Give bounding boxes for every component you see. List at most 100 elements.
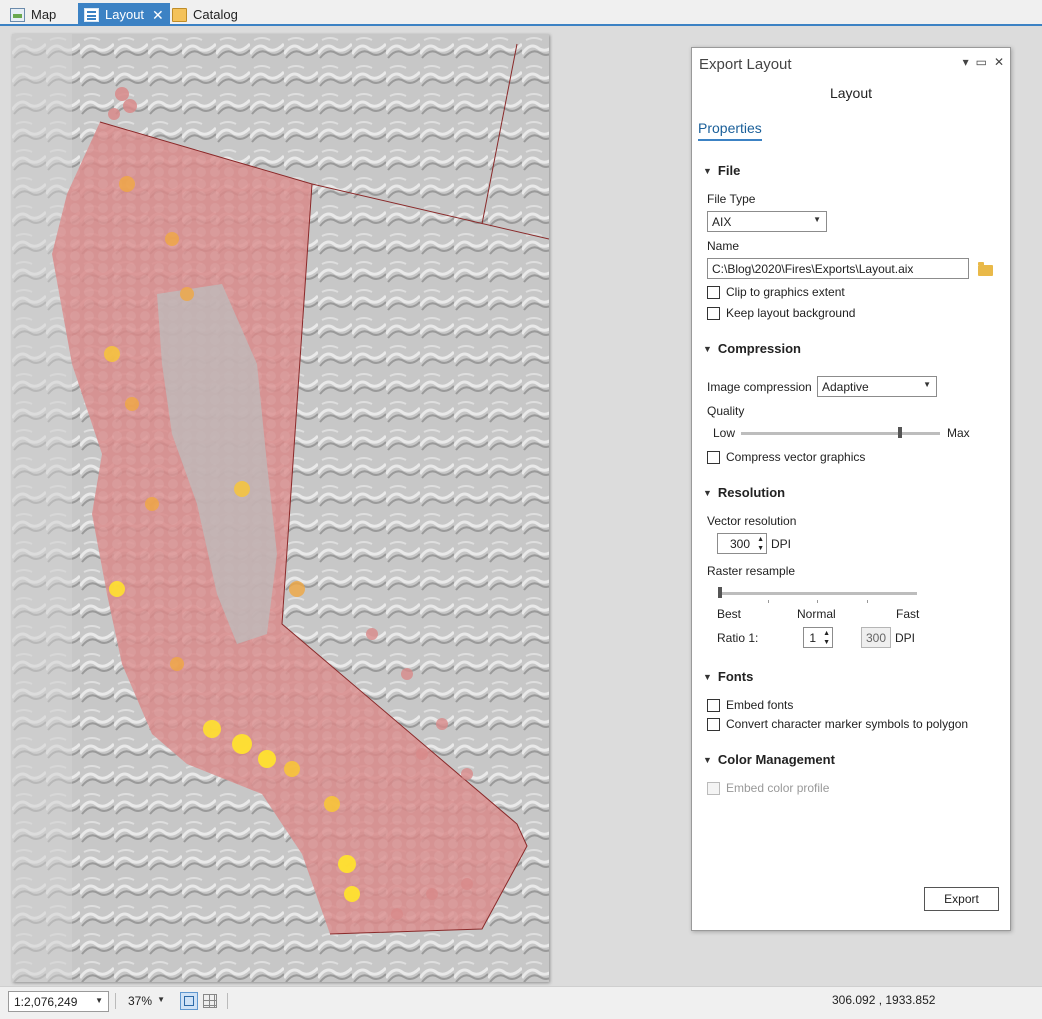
checkbox-box[interactable] [707,698,720,712]
section-compression-label: Compression [717,341,801,356]
slider-tick [817,600,818,603]
checkbox-box[interactable] [707,717,720,731]
checkbox-box[interactable] [707,306,720,320]
spinner-arrows-icon[interactable]: ▲ ▼ [823,629,830,647]
ratio-dpi-value: 300 [866,631,887,645]
layout-page[interactable] [12,34,549,982]
map-frame [12,34,549,982]
tab-catalog-label: Catalog [193,7,238,22]
slider-tick [768,600,769,603]
export-layout-pane: Export Layout ▾ ▭ ✕ Layout Properties ▼ … [691,47,1011,931]
vector-resolution-spinner[interactable]: 300 ▲ ▼ [717,533,767,554]
compress-vector-label: Compress vector graphics [726,450,866,464]
spinner-arrows-icon[interactable]: ▲ ▼ [757,535,764,553]
keep-background-checkbox[interactable]: Keep layout background [707,306,855,320]
resample-fast-label: Fast [896,607,920,621]
section-file[interactable]: ▼ File [703,163,740,178]
checkbox-box[interactable] [707,450,720,464]
tab-map-label: Map [31,7,57,22]
layout-icon [84,7,99,22]
vector-resolution-label: Vector resolution [707,514,797,528]
dropdown-arrow-icon: ▼ [95,996,103,1005]
chevron-down-icon: ▼ [703,343,712,354]
raster-resample-label: Raster resample [707,564,796,578]
tab-catalog[interactable]: Catalog [166,4,244,25]
chevron-down-icon: ▼ [703,487,712,498]
pane-close-icon[interactable]: ✕ [994,55,1004,69]
scale-dropdown[interactable]: 1:2,076,249 ▼ [8,991,109,1012]
catalog-icon [172,7,187,22]
keep-background-label: Keep layout background [726,306,856,320]
dropdown-arrow-icon: ▼ [813,215,821,224]
image-compression-value: Adaptive [822,380,869,394]
vector-dpi-label: DPI [771,537,792,551]
ratio-dpi-label: DPI [895,631,916,645]
section-color-management-label: Color Management [717,752,835,767]
embed-color-profile-label: Embed color profile [726,781,830,795]
zoom-value: 37% [128,994,153,1008]
quality-slider-thumb[interactable] [898,427,903,438]
browse-folder-icon[interactable] [978,262,993,276]
pane-menu-icon[interactable]: ▾ [963,55,969,69]
embed-fonts-label: Embed fonts [726,698,794,712]
resample-normal-label: Normal [797,607,836,621]
tab-layout[interactable]: Layout ✕ [78,3,170,26]
quality-low-label: Low [713,426,736,440]
raster-resample-slider[interactable] [719,592,917,595]
section-fonts-label: Fonts [717,669,754,684]
pane-maximize-icon[interactable]: ▭ [976,55,987,69]
image-compression-dropdown[interactable]: Adaptive ▼ [817,376,937,397]
chevron-down-icon: ▼ [703,671,712,682]
resample-best-label: Best [717,607,742,621]
export-button[interactable]: Export [924,887,999,911]
ratio-spinner[interactable]: 1 ▲ ▼ [803,627,833,648]
section-file-label: File [717,163,741,178]
checkbox-box[interactable] [707,285,720,299]
section-compression[interactable]: ▼ Compression [703,341,801,356]
zoom-dropdown[interactable]: 37% ▼ [122,991,170,1012]
close-icon[interactable]: ✕ [152,8,164,22]
tab-layout-label: Layout [105,7,145,22]
pane-subtitle: Layout [829,85,873,101]
chevron-down-icon: ▼ [703,754,712,765]
status-bar: 1:2,076,249 ▼ 37% ▼ 306.092 , 1933.852 [0,986,1042,1019]
cursor-coordinates: 306.092 , 1933.852 [832,993,936,1007]
section-resolution[interactable]: ▼ Resolution [703,485,785,500]
ratio-dpi-readonly: 300 [861,627,891,648]
tab-properties[interactable]: Properties [698,120,762,141]
pane-title: Export Layout [699,56,792,73]
embed-fonts-checkbox[interactable]: Embed fonts [707,698,793,712]
convert-markers-checkbox[interactable]: Convert character marker symbols to poly… [707,717,968,731]
name-label: Name [707,239,740,253]
ratio-label: Ratio 1: [717,631,759,645]
ratio-value: 1 [809,631,816,645]
file-type-dropdown[interactable]: AIX ▼ [707,211,827,232]
map-icon [10,7,25,22]
tab-map[interactable]: Map [4,4,62,25]
compress-vector-checkbox[interactable]: Compress vector graphics [707,450,865,464]
clip-graphics-checkbox[interactable]: Clip to graphics extent [707,285,845,299]
convert-markers-label: Convert character marker symbols to poly… [726,717,969,731]
snapping-icon[interactable] [180,992,198,1010]
document-tab-bar: Map Layout ✕ Catalog [0,0,1042,26]
image-compression-label: Image compression [707,380,812,394]
grid-icon[interactable] [203,994,217,1008]
clip-graphics-label: Clip to graphics extent [726,285,845,299]
file-name-input[interactable]: C:\Blog\2020\Fires\Exports\Layout.aix [707,258,969,279]
quality-max-label: Max [947,426,970,440]
quality-slider[interactable] [741,432,940,435]
separator [115,993,116,1009]
dropdown-arrow-icon: ▼ [923,380,931,389]
vector-resolution-value: 300 [729,537,750,551]
separator [227,993,228,1009]
checkbox-box [707,781,720,795]
section-fonts[interactable]: ▼ Fonts [703,669,753,684]
scale-value: 1:2,076,249 [14,995,78,1009]
chevron-down-icon: ▼ [703,165,712,176]
embed-color-profile-checkbox: Embed color profile [707,781,829,795]
raster-resample-slider-thumb[interactable] [718,587,722,598]
pane-controls: ▾ ▭ ✕ [963,55,1004,69]
dropdown-arrow-icon: ▼ [157,995,165,1004]
section-color-management[interactable]: ▼ Color Management [703,752,835,767]
file-type-label: File Type [707,192,756,206]
